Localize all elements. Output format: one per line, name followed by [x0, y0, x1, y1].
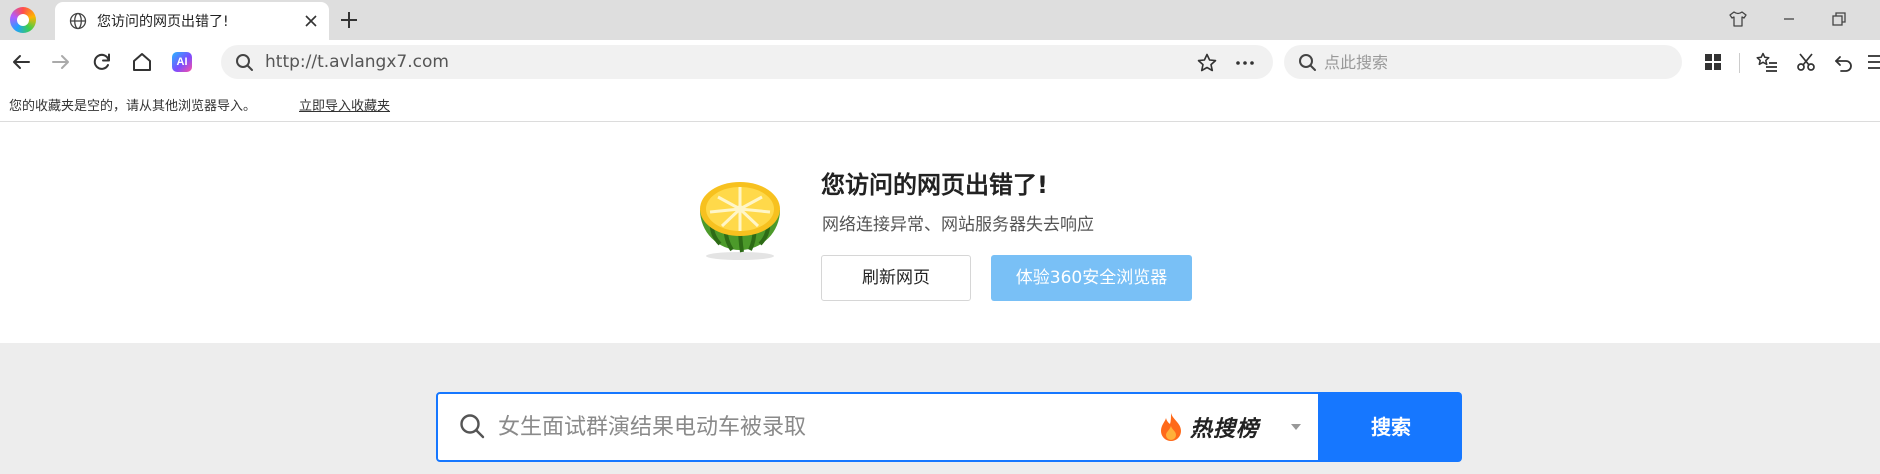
hot-search-box[interactable]: 热搜榜 — [436, 392, 1320, 462]
hot-search-input[interactable] — [498, 394, 1058, 460]
search-icon — [1299, 54, 1316, 71]
minimize-icon[interactable] — [1779, 9, 1799, 29]
flame-icon — [1161, 413, 1181, 441]
refresh-page-button[interactable]: 刷新网页 — [821, 255, 971, 301]
bookmarks-empty-message: 您的收藏夹是空的，请从其他浏览器导入。 — [9, 99, 257, 114]
navigation-toolbar: AI http://t.avlangx7.com — [0, 40, 1880, 85]
tab-active[interactable]: 您访问的网页出错了! — [55, 2, 329, 40]
bookmark-star-icon[interactable] — [1196, 52, 1218, 74]
search-icon — [460, 414, 485, 439]
back-arrow-icon[interactable] — [10, 51, 32, 73]
skin-icon[interactable] — [1728, 9, 1748, 29]
browser-logo-icon[interactable] — [10, 7, 36, 33]
search-button[interactable]: 搜索 — [1320, 392, 1462, 462]
watermelon-logo-icon — [700, 182, 780, 260]
search-band: 热搜榜 搜索 — [0, 343, 1880, 474]
apps-grid-icon[interactable] — [1702, 51, 1724, 73]
menu-icon[interactable] — [1867, 51, 1880, 73]
favorites-list-icon[interactable] — [1756, 51, 1778, 73]
home-icon[interactable] — [131, 51, 153, 73]
restore-icon[interactable] — [1829, 9, 1849, 29]
dropdown-caret-icon[interactable] — [1290, 423, 1302, 431]
scissors-icon[interactable] — [1795, 51, 1817, 73]
toolbar-search-box[interactable] — [1284, 45, 1682, 79]
try-360-browser-button[interactable]: 体验360安全浏览器 — [991, 255, 1192, 301]
error-subtitle: 网络连接异常、网站服务器失去响应 — [822, 215, 1094, 235]
search-icon — [236, 54, 253, 71]
globe-icon — [69, 12, 87, 30]
hot-search-label[interactable]: 热搜榜 — [1190, 411, 1259, 443]
tab-title: 您访问的网页出错了! — [97, 14, 229, 30]
error-page: 您访问的网页出错了! 网络连接异常、网站服务器失去响应 刷新网页 体验360安全… — [0, 122, 1880, 343]
reload-icon[interactable] — [91, 51, 113, 73]
import-bookmarks-link[interactable]: 立即导入收藏夹 — [299, 95, 390, 114]
undo-icon[interactable] — [1833, 51, 1855, 73]
toolbar-divider — [1739, 53, 1740, 73]
bookmarks-bar: 您的收藏夹是空的，请从其他浏览器导入。 立即导入收藏夹 — [0, 85, 1880, 122]
address-bar[interactable]: http://t.avlangx7.com — [221, 45, 1273, 79]
toolbar-search-input[interactable] — [1324, 45, 1664, 79]
url-text[interactable]: http://t.avlangx7.com — [265, 52, 449, 72]
forward-arrow-icon[interactable] — [50, 51, 72, 73]
tab-bar: 您访问的网页出错了! — [0, 0, 1880, 40]
close-tab-icon[interactable] — [303, 13, 319, 29]
ai-assistant-icon[interactable]: AI — [172, 52, 192, 72]
error-title: 您访问的网页出错了! — [821, 171, 1048, 199]
more-options-icon[interactable] — [1233, 52, 1257, 74]
new-tab-button[interactable] — [338, 9, 360, 31]
